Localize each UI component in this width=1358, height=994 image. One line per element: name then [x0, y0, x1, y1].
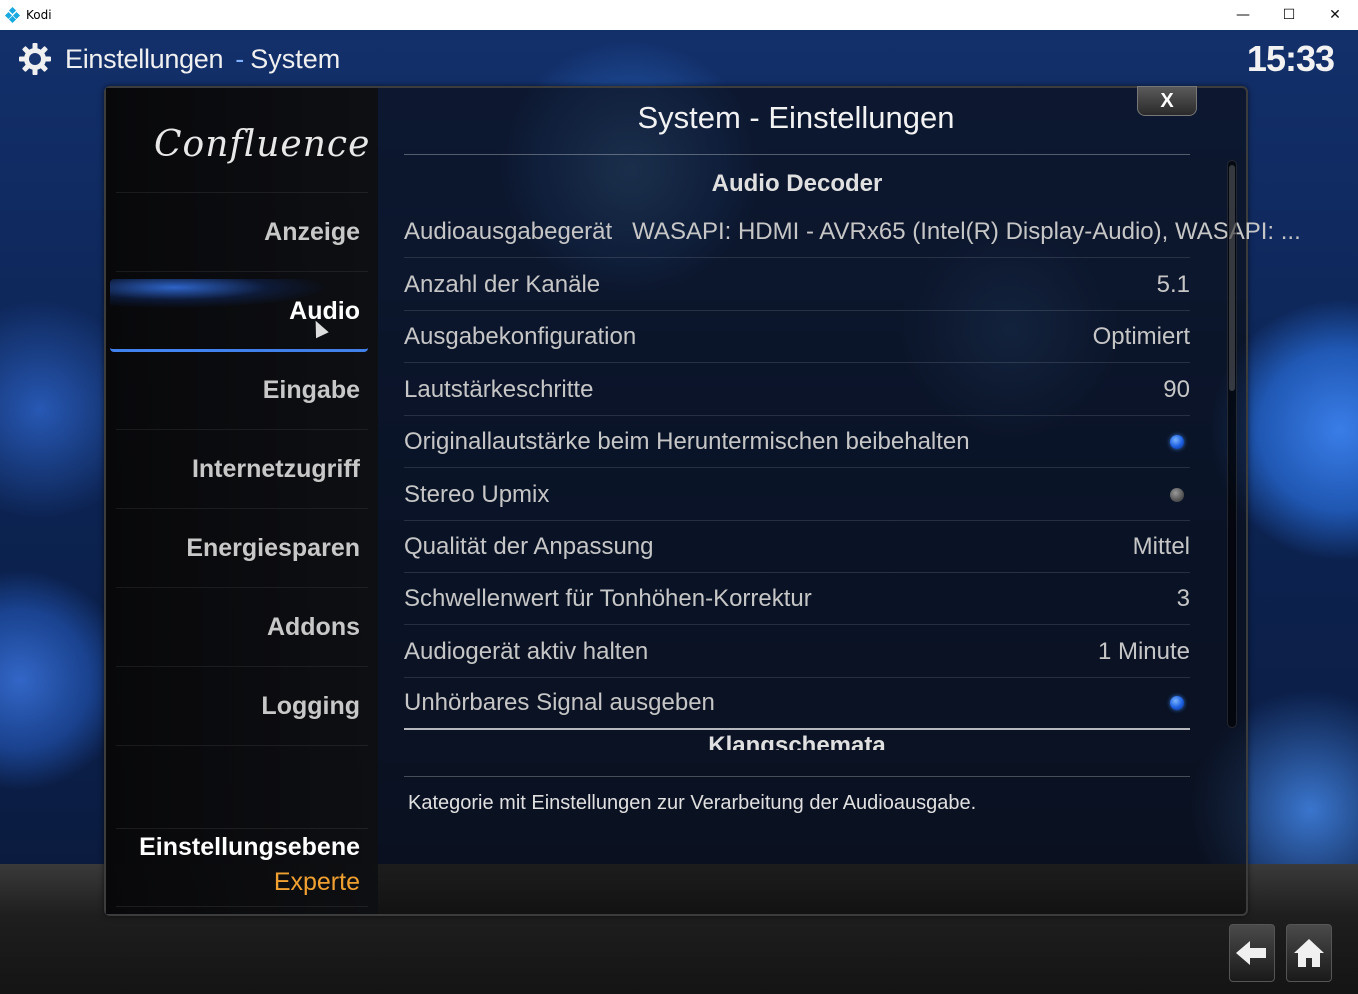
gear-icon [19, 43, 51, 75]
setting-value: 5.1 [1156, 270, 1190, 298]
maximize-button[interactable]: ☐ [1266, 0, 1312, 30]
kodi-stage: Einstellungen - System 15:33 Confluence … [0, 30, 1358, 994]
setting-value: Optimiert [1092, 322, 1190, 350]
sidebar-item-label: Audio [289, 297, 360, 325]
close-button[interactable]: X [1137, 86, 1197, 116]
sidebar-item-audio[interactable]: Audio [110, 273, 368, 352]
setting-value: 3 [1176, 584, 1190, 612]
setting-label: Qualität der Anpassung [404, 532, 654, 560]
scrollbar-thumb[interactable] [1229, 165, 1235, 391]
setting-stereo-upmix[interactable]: Stereo Upmix [404, 469, 1190, 521]
setting-label: Anzahl der Kanäle [404, 270, 601, 298]
page-title: System - Einstellungen [637, 100, 955, 135]
setting-resample-quality[interactable]: Qualität der Anpassung Mittel [404, 521, 1190, 573]
setting-channel-count[interactable]: Anzahl der Kanäle 5.1 [404, 259, 1190, 311]
sidebar-item-energiesparen[interactable]: Energiesparen [116, 510, 368, 588]
setting-label: Lautstärkeschritte [404, 375, 594, 403]
sidebar-item-label: Logging [261, 692, 360, 720]
confluence-logo: Confluence [154, 124, 371, 165]
toggle-on-icon[interactable] [1170, 696, 1184, 710]
sidebar: Confluence Anzeige Audio Eingabe Interne… [106, 88, 378, 914]
back-button[interactable] [1229, 924, 1275, 982]
scrollbar[interactable] [1227, 160, 1237, 728]
minimize-button[interactable]: — [1220, 0, 1266, 30]
sidebar-divider [116, 828, 368, 829]
setting-volume-steps[interactable]: Lautstärkeschritte 90 [404, 364, 1190, 416]
sidebar-item-logging[interactable]: Logging [116, 668, 368, 746]
title-divider [404, 154, 1190, 155]
setting-value: 90 [1163, 375, 1190, 403]
setting-label: Ausgabekonfiguration [404, 322, 637, 350]
setting-inaudible-signal[interactable]: Unhörbares Signal ausgeben [404, 678, 1190, 730]
sidebar-item-addons[interactable]: Addons [116, 589, 368, 667]
setting-output-config[interactable]: Ausgabekonfiguration Optimiert [404, 311, 1190, 363]
sidebar-item-internetzugriff[interactable]: Internetzugriff [116, 431, 368, 509]
setting-value: WASAPI: HDMI - AVRx65 (Intel(R) Display-… [632, 217, 1301, 245]
toggle-off-icon[interactable] [1170, 487, 1184, 502]
settings-panel: Confluence Anzeige Audio Eingabe Interne… [104, 86, 1301, 916]
toggle-on-icon[interactable] [1170, 434, 1184, 449]
header-subtitle: System [250, 43, 341, 74]
description-divider [404, 776, 1190, 777]
setting-keep-device-alive[interactable]: Audiogerät aktiv halten 1 Minute [404, 626, 1190, 678]
back-arrow-icon [1236, 941, 1266, 965]
setting-audio-output-device[interactable]: Audioausgabegerät WASAPI: HDMI - AVRx65 … [404, 206, 1301, 258]
header-separator: - [235, 43, 245, 74]
section-header: Audio Decoder [711, 170, 883, 197]
section-header: Klangschemata [708, 732, 886, 750]
header-title: Einstellungen [65, 43, 224, 74]
home-button[interactable] [1286, 924, 1332, 982]
home-icon [1294, 939, 1324, 967]
header-breadcrumb: Einstellungen - System [18, 42, 340, 76]
clock: 15:33 [1246, 38, 1335, 79]
setting-label: Audioausgabegerät [404, 217, 613, 245]
window-titlebar: Kodi — ☐ ✕ [0, 0, 1358, 30]
window-close-button[interactable]: ✕ [1312, 0, 1358, 30]
sidebar-divider [116, 192, 368, 193]
sidebar-item-label: Anzeige [264, 218, 360, 246]
setting-label: Schwellenwert für Tonhöhen-Korrektur [404, 584, 812, 612]
sidebar-item-label: Eingabe [262, 376, 360, 404]
sidebar-divider [116, 906, 368, 907]
setting-label: Stereo Upmix [404, 480, 550, 508]
settings-level-label[interactable]: Einstellungsebene [139, 833, 360, 862]
setting-pitch-threshold[interactable]: Schwellenwert für Tonhöhen-Korrektur 3 [404, 573, 1190, 625]
setting-label: Audiogerät aktiv halten [404, 637, 649, 665]
kodi-app-icon [4, 6, 21, 24]
setting-label: Unhörbares Signal ausgeben [404, 689, 715, 716]
setting-value: 1 Minute [1097, 637, 1190, 665]
window-title: Kodi [26, 8, 52, 22]
sidebar-item-label: Internetzugriff [191, 455, 360, 483]
settings-level-value[interactable]: Experte [274, 868, 360, 897]
setting-keep-original-volume[interactable]: Originallautstärke beim Heruntermischen … [404, 416, 1190, 468]
sidebar-item-anzeige[interactable]: Anzeige [116, 194, 368, 272]
sidebar-item-label: Addons [266, 613, 360, 641]
sidebar-item-eingabe[interactable]: Eingabe [116, 352, 368, 430]
setting-description: Kategorie mit Einstellungen zur Verarbei… [408, 792, 977, 814]
setting-value: Mittel [1132, 532, 1190, 560]
setting-label: Originallautstärke beim Heruntermischen … [404, 427, 970, 455]
sidebar-item-label: Energiesparen [186, 534, 360, 562]
